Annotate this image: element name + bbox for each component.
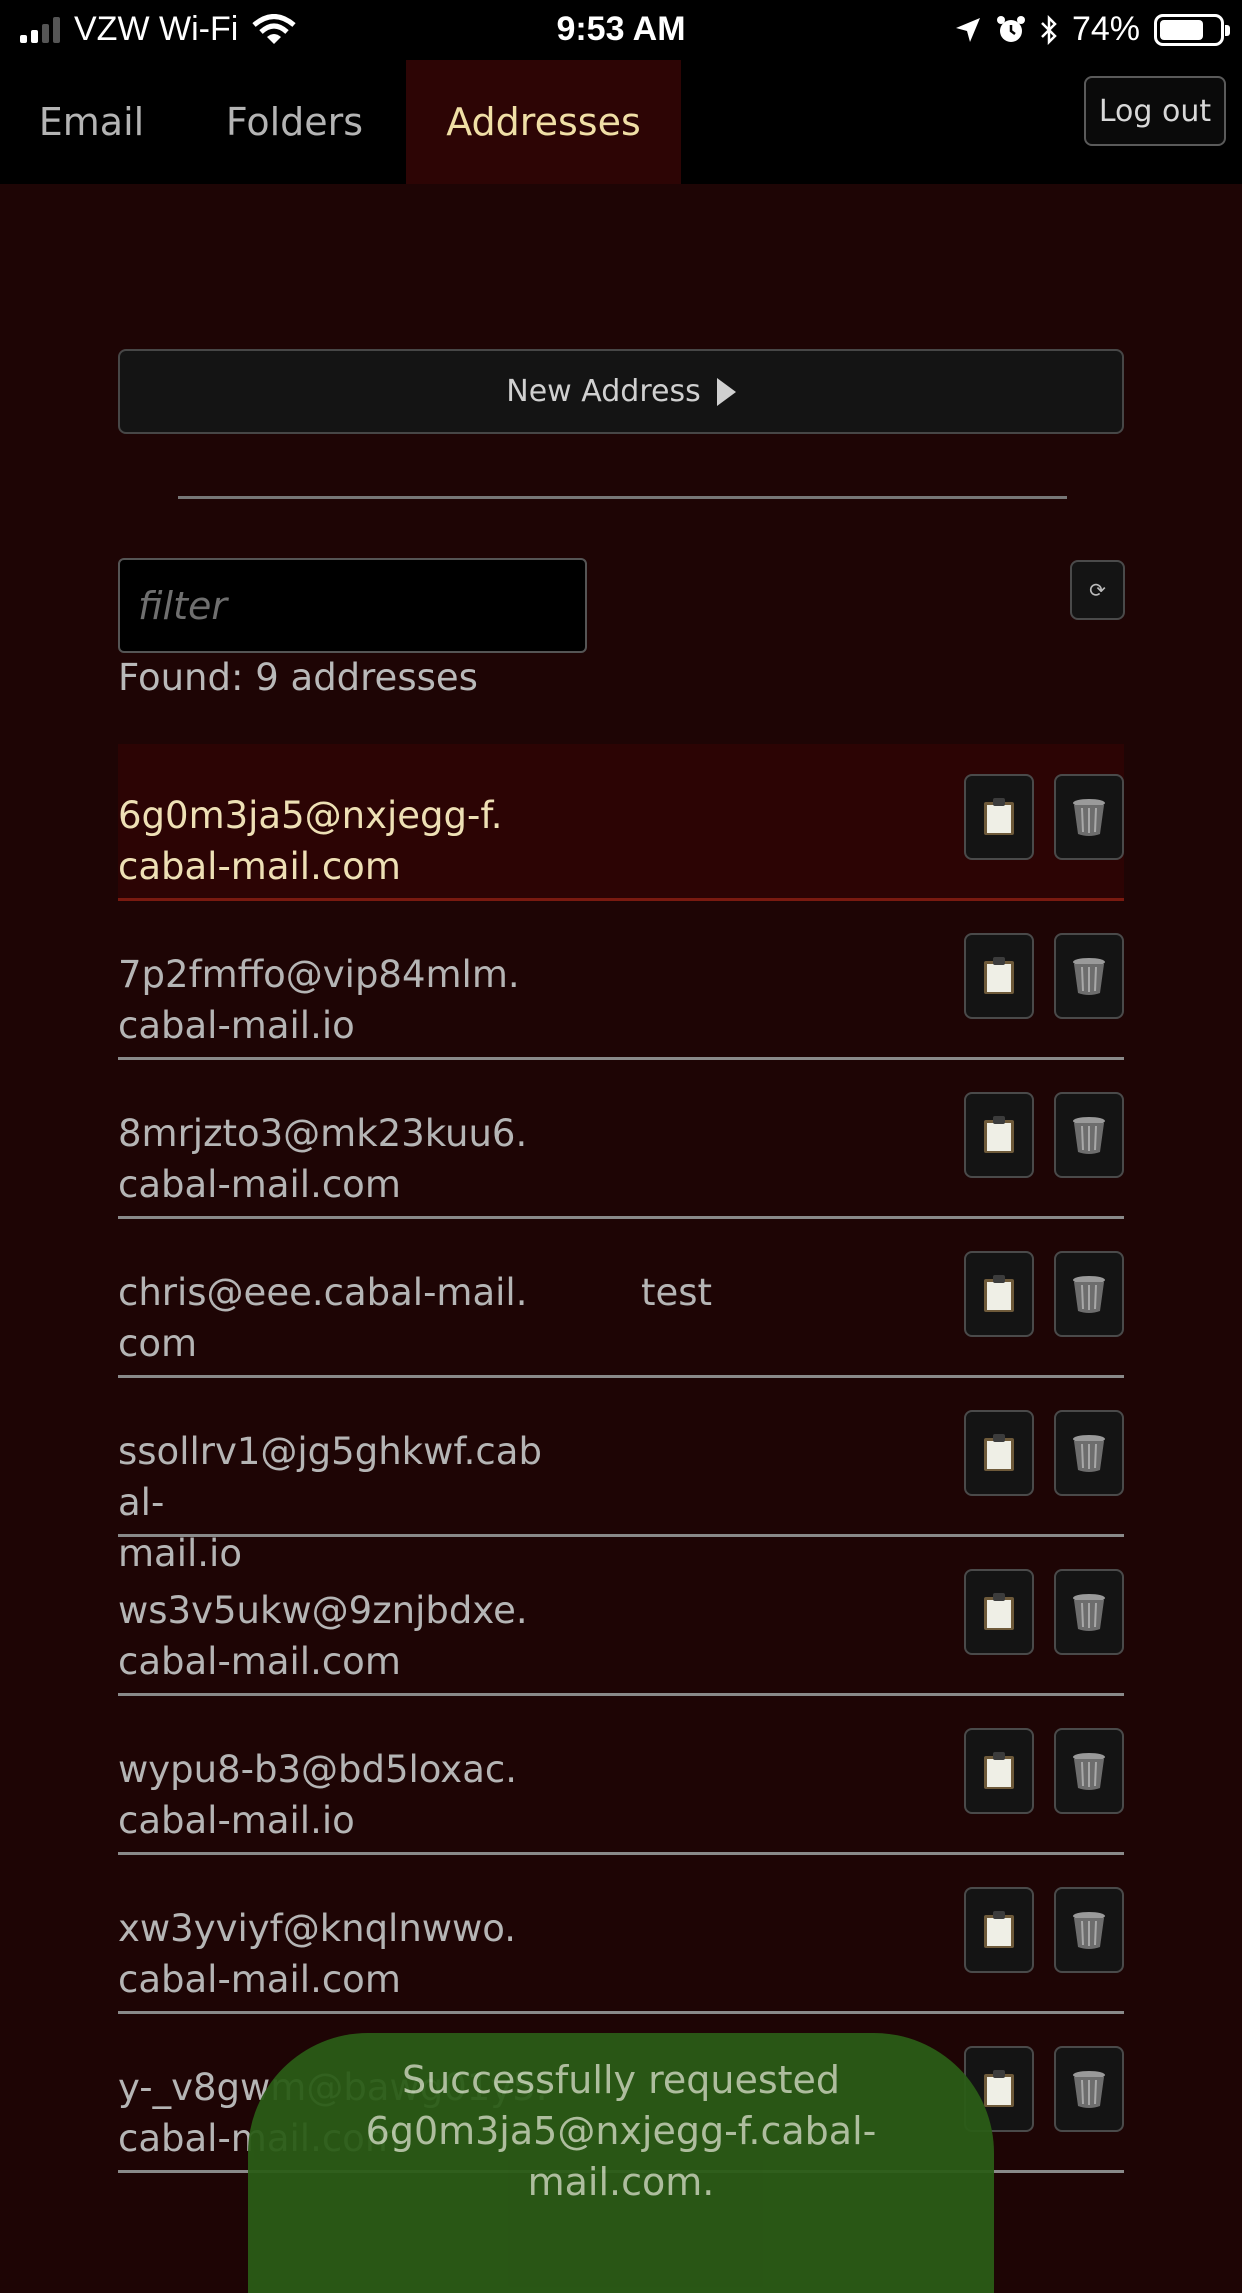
tab-email[interactable]: Email [0,60,183,184]
success-toast: Successfully requested 6g0m3ja5@nxjegg-f… [248,2033,994,2293]
address-text: 7p2fmffo@vip84mlm. cabal-mail.io [118,953,520,1047]
trash-icon [1073,1276,1105,1313]
trash-icon [1073,2071,1105,2108]
toast-line: mail.com. [527,2160,715,2204]
trash-icon [1073,958,1105,995]
delete-button[interactable] [1054,2046,1124,2132]
new-address-button[interactable]: New Address [118,349,1124,434]
toast-line: Successfully requested [401,2058,841,2102]
copy-button[interactable] [964,1251,1034,1337]
address-row[interactable]: 7p2fmffo@vip84mlm. cabal-mail.io [118,903,1124,1060]
address-text: wypu8-b3@bd5loxac. cabal-mail.io [118,1748,517,1842]
address-row[interactable]: 6g0m3ja5@nxjegg-f. cabal-mail.com [118,744,1124,901]
trash-icon [1073,1594,1105,1631]
clipboard-icon [984,1434,1014,1471]
address-text: chris@eee.cabal-mail. com [118,1271,528,1365]
battery-percent: 74% [1071,10,1140,48]
clipboard-icon [984,957,1014,994]
clipboard-icon [984,1275,1014,1312]
clipboard-icon [984,1911,1014,1948]
copy-button[interactable] [964,933,1034,1019]
refresh-icon: ⟳ [1089,578,1106,602]
delete-button[interactable] [1054,933,1124,1019]
address-row[interactable]: chris@eee.cabal-mail. com test [118,1221,1124,1378]
copy-button[interactable] [964,1728,1034,1814]
alarm-icon [996,15,1025,42]
refresh-button[interactable]: ⟳ [1070,560,1125,620]
filter-input[interactable] [118,558,587,653]
address-text: ws3v5ukw@9znjbdxe. cabal-mail.com [118,1589,528,1683]
found-count: Found: 9 addresses [118,656,478,699]
copy-button[interactable] [964,774,1034,860]
play-icon [716,377,736,406]
copy-button[interactable] [964,1569,1034,1655]
copy-button[interactable] [964,1410,1034,1496]
status-right: 74% [954,10,1230,49]
logout-button[interactable]: Log out [1084,76,1226,146]
clipboard-icon [984,1752,1014,1789]
tab-folders[interactable]: Folders [183,60,406,184]
address-text: 8mrjzto3@mk23kuu6. cabal-mail.com [118,1112,528,1206]
location-arrow-icon [955,17,980,42]
delete-button[interactable] [1054,1569,1124,1655]
address-text: 6g0m3ja5@nxjegg-f. cabal-mail.com [118,794,503,888]
copy-button[interactable] [964,1092,1034,1178]
address-row[interactable]: wypu8-b3@bd5loxac. cabal-mail.io [118,1698,1124,1855]
copy-button[interactable] [964,1887,1034,1973]
address-row[interactable]: ssollrv1@jg5ghkwf.cabal-mail.io [118,1380,1124,1575]
delete-button[interactable] [1054,1410,1124,1496]
top-nav: Email Folders Addresses Log out [0,60,1242,184]
clipboard-icon [984,1593,1014,1630]
trash-icon [1073,1753,1105,1790]
trash-icon [1073,799,1105,836]
new-address-label: New Address [506,374,701,409]
trash-icon [1073,1117,1105,1154]
delete-button[interactable] [1054,1092,1124,1178]
delete-button[interactable] [1054,1728,1124,1814]
address-comment: test [641,1271,713,1314]
battery-icon [1154,13,1230,46]
status-bar: VZW Wi-Fi 9:53 AM 74% [0,0,1242,60]
trash-icon [1073,1912,1105,1949]
address-text: xw3yviyf@knqlnwwo. cabal-mail.com [118,1907,517,2001]
delete-button[interactable] [1054,1887,1124,1973]
address-row[interactable]: 8mrjzto3@mk23kuu6. cabal-mail.com [118,1062,1124,1219]
divider [178,496,1067,499]
address-row[interactable]: xw3yviyf@knqlnwwo. cabal-mail.com [118,1857,1124,2014]
delete-button[interactable] [1054,774,1124,860]
toast-line: 6g0m3ja5@nxjegg-f.cabal- [365,2109,877,2153]
address-row[interactable]: ws3v5ukw@9znjbdxe. cabal-mail.com [118,1539,1124,1696]
clipboard-icon [984,1116,1014,1153]
delete-button[interactable] [1054,1251,1124,1337]
clipboard-icon [984,798,1014,835]
trash-icon [1073,1435,1105,1472]
bluetooth-icon [1041,14,1057,45]
tab-addresses[interactable]: Addresses [406,60,681,184]
